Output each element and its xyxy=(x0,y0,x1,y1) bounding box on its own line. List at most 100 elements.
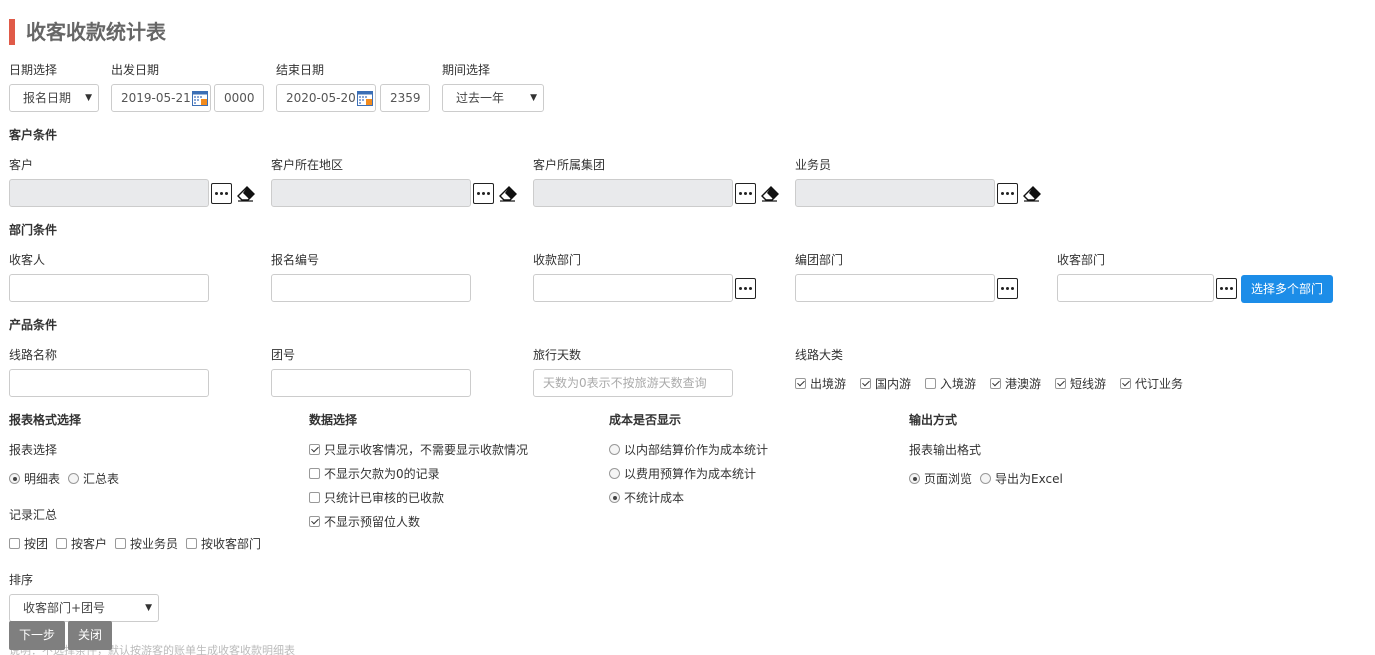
eraser-icon[interactable] xyxy=(761,186,779,202)
report-select-label: 报表选择 xyxy=(9,443,58,457)
category-option-outbound[interactable]: 出境游 xyxy=(795,377,846,391)
next-button[interactable]: 下一步 xyxy=(9,621,65,650)
customer-section-title: 客户条件 xyxy=(9,128,58,142)
more-icon[interactable] xyxy=(735,183,756,204)
signup-no-label: 报名编号 xyxy=(271,253,320,267)
summary-option-by-group[interactable]: 按团 xyxy=(9,537,48,551)
checkbox[interactable] xyxy=(56,538,67,549)
close-button[interactable]: 关闭 xyxy=(68,621,112,650)
group-input[interactable] xyxy=(533,179,733,207)
radio[interactable] xyxy=(609,468,620,479)
cost-option-budget[interactable]: 以费用预算作为成本统计 xyxy=(609,467,756,481)
data-select-section-title: 数据选择 xyxy=(309,413,358,427)
group-no-input[interactable] xyxy=(271,369,471,397)
region-input[interactable] xyxy=(271,179,471,207)
checkbox[interactable] xyxy=(1055,378,1066,389)
checkbox[interactable] xyxy=(309,516,320,527)
more-icon[interactable] xyxy=(997,278,1018,299)
radio[interactable] xyxy=(909,473,920,484)
checkbox[interactable] xyxy=(309,492,320,503)
calendar-icon[interactable] xyxy=(357,90,373,106)
receive-dept-input[interactable] xyxy=(1057,274,1214,302)
category-option-short-trip[interactable]: 短线游 xyxy=(1055,377,1106,391)
data-option-audited-only[interactable]: 只统计已审核的已收款 xyxy=(309,491,444,505)
route-label: 线路名称 xyxy=(9,348,58,362)
signup-no-input[interactable] xyxy=(271,274,471,302)
output-option-browse[interactable]: 页面浏览 xyxy=(909,472,972,486)
more-icon[interactable] xyxy=(1216,278,1237,299)
more-icon[interactable] xyxy=(735,278,756,299)
payment-dept-input[interactable] xyxy=(533,274,733,302)
travel-days-input[interactable]: 天数为0表示不按旅游天数查询 xyxy=(533,369,733,397)
sort-value: 收客部门+团号 xyxy=(23,601,106,615)
eraser-icon[interactable] xyxy=(237,186,255,202)
checkbox[interactable] xyxy=(309,444,320,455)
checkbox[interactable] xyxy=(860,378,871,389)
category-option-hk-macau[interactable]: 港澳游 xyxy=(990,377,1041,391)
start-time-input[interactable]: 0000 xyxy=(214,84,264,112)
page-title: 收客收款统计表 xyxy=(26,20,166,44)
travel-days-label: 旅行天数 xyxy=(533,348,582,362)
receive-dept-label: 收客部门 xyxy=(1057,253,1106,267)
end-time-input[interactable]: 2359 xyxy=(380,84,430,112)
customer-input[interactable] xyxy=(9,179,209,207)
date-type-label: 日期选择 xyxy=(9,63,58,77)
summary-option-by-salesperson[interactable]: 按业务员 xyxy=(115,537,178,551)
cost-option-none[interactable]: 不统计成本 xyxy=(609,491,684,505)
data-option-hide-reserved[interactable]: 不显示预留位人数 xyxy=(309,515,420,529)
radio[interactable] xyxy=(68,473,79,484)
payment-dept-label: 收款部门 xyxy=(533,253,582,267)
chevron-down-icon: ▼ xyxy=(530,93,537,103)
checkbox[interactable] xyxy=(115,538,126,549)
more-icon[interactable] xyxy=(473,183,494,204)
report-option-summary[interactable]: 汇总表 xyxy=(68,472,119,486)
more-icon[interactable] xyxy=(997,183,1018,204)
radio[interactable] xyxy=(609,444,620,455)
period-label: 期间选择 xyxy=(442,63,491,77)
output-format-label: 报表输出格式 xyxy=(909,443,982,457)
dept-section-title: 部门条件 xyxy=(9,223,58,237)
checkbox[interactable] xyxy=(795,378,806,389)
sort-select[interactable]: 收客部门+团号 ▼ xyxy=(9,594,159,622)
checkbox[interactable] xyxy=(990,378,1001,389)
calendar-icon[interactable] xyxy=(192,90,208,106)
category-label: 线路大类 xyxy=(795,348,844,362)
tour-dept-input[interactable] xyxy=(795,274,995,302)
category-option-booking-service[interactable]: 代订业务 xyxy=(1120,377,1183,391)
group-label: 客户所属集团 xyxy=(533,158,606,172)
group-no-label: 团号 xyxy=(271,348,296,362)
route-input[interactable] xyxy=(9,369,209,397)
receiver-input[interactable] xyxy=(9,274,209,302)
eraser-icon[interactable] xyxy=(1023,186,1041,202)
summary-option-by-receive-dept[interactable]: 按收客部门 xyxy=(186,537,261,551)
period-select[interactable]: 过去一年 ▼ xyxy=(442,84,544,112)
radio[interactable] xyxy=(609,492,620,503)
report-format-section-title: 报表格式选择 xyxy=(9,413,82,427)
cost-section-title: 成本是否显示 xyxy=(609,413,682,427)
date-type-value: 报名日期 xyxy=(23,91,72,105)
category-option-domestic[interactable]: 国内游 xyxy=(860,377,911,391)
radio[interactable] xyxy=(980,473,991,484)
data-option-receive-only[interactable]: 只显示收客情况，不需要显示收款情况 xyxy=(309,443,528,457)
select-multiple-depts-button[interactable]: 选择多个部门 xyxy=(1241,275,1333,303)
salesperson-input[interactable] xyxy=(795,179,995,207)
more-icon[interactable] xyxy=(211,183,232,204)
report-option-detail[interactable]: 明细表 xyxy=(9,472,60,486)
region-label: 客户所在地区 xyxy=(271,158,344,172)
checkbox[interactable] xyxy=(1120,378,1131,389)
summary-option-by-customer[interactable]: 按客户 xyxy=(56,537,107,551)
customer-label: 客户 xyxy=(9,158,34,172)
checkbox[interactable] xyxy=(186,538,197,549)
salesperson-label: 业务员 xyxy=(795,158,832,172)
end-date-label: 结束日期 xyxy=(276,63,325,77)
data-option-hide-zero-debt[interactable]: 不显示欠款为0的记录 xyxy=(309,467,440,481)
category-option-inbound[interactable]: 入境游 xyxy=(925,377,976,391)
cost-option-internal-price[interactable]: 以内部结算价作为成本统计 xyxy=(609,443,768,457)
output-option-excel[interactable]: 导出为Excel xyxy=(980,472,1063,486)
radio[interactable] xyxy=(9,473,20,484)
date-type-select[interactable]: 报名日期 ▼ xyxy=(9,84,99,112)
checkbox[interactable] xyxy=(309,468,320,479)
checkbox[interactable] xyxy=(9,538,20,549)
checkbox[interactable] xyxy=(925,378,936,389)
eraser-icon[interactable] xyxy=(499,186,517,202)
